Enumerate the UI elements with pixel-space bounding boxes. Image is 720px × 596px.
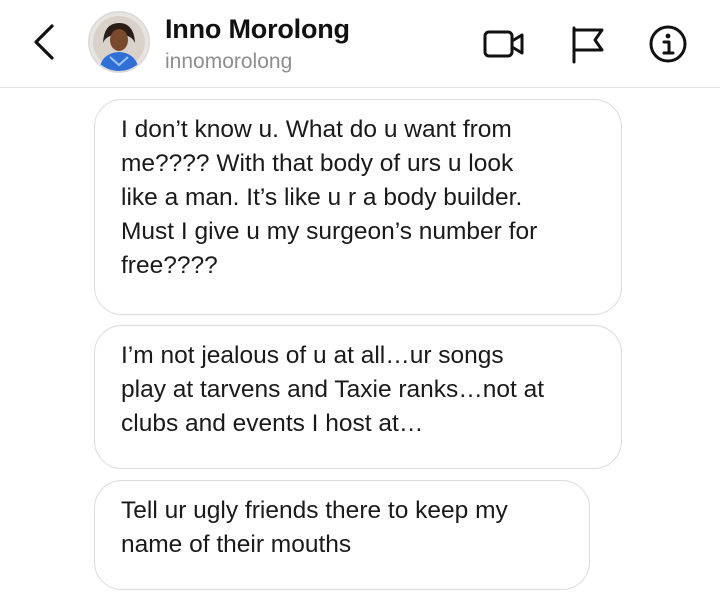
flag-icon (572, 26, 604, 64)
chevron-left-icon (34, 24, 54, 60)
message-text: I’m not jealous of u at all…ur songs pla… (121, 342, 545, 437)
contact-handle[interactable]: innomorolong (165, 50, 292, 74)
avatar[interactable] (88, 11, 150, 73)
video-call-icon (483, 30, 524, 58)
info-icon (649, 25, 687, 63)
profile-photo (90, 13, 148, 71)
message-text: Tell ur ugly friends there to keep my na… (121, 497, 508, 558)
video-call-button[interactable] (482, 22, 526, 66)
report-button[interactable] (566, 22, 610, 66)
message-bubble[interactable]: Tell ur ugly friends there to keep my na… (94, 480, 590, 590)
info-button[interactable] (646, 22, 690, 66)
chat-header: Inno Morolong innomorolong (0, 0, 720, 88)
contact-name[interactable]: Inno Morolong (165, 14, 350, 45)
message-bubble[interactable]: I don’t know u. What do u want from me??… (94, 99, 622, 315)
message-bubble[interactable]: I’m not jealous of u at all…ur songs pla… (94, 325, 622, 469)
back-button[interactable] (26, 22, 66, 62)
message-text: I don’t know u. What do u want from me??… (121, 116, 538, 279)
